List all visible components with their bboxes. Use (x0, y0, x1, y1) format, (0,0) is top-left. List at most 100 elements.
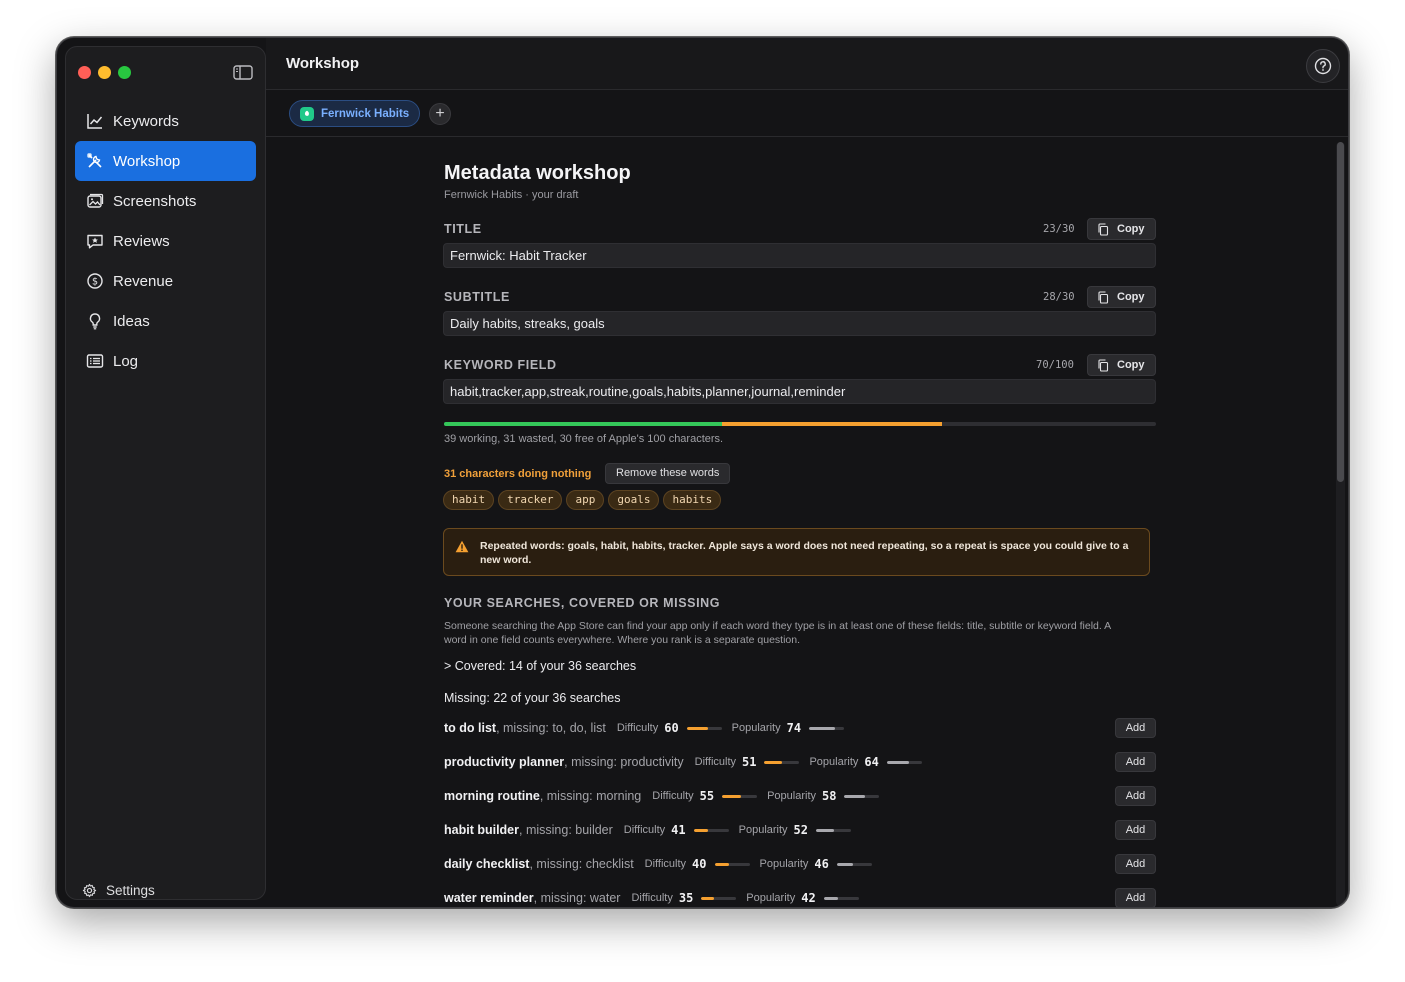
chart-line-icon (87, 114, 103, 129)
wasted-characters-label: 31 characters doing nothing (444, 468, 592, 480)
popularity-bar-fill (886, 760, 910, 764)
popularity-label: Popularity (746, 892, 796, 904)
wasted-word-chip[interactable]: app (566, 490, 605, 510)
lightbulb-icon (89, 313, 101, 330)
copy-subtitle-button[interactable]: Copy (1087, 286, 1156, 308)
add-search-button[interactable]: Add (1115, 786, 1156, 806)
popularity-bar (886, 760, 922, 764)
wasted-word-chip[interactable]: habit (443, 490, 495, 510)
subtitle-field-label: SUBTITLE (444, 290, 510, 304)
difficulty-label: Difficulty (616, 722, 659, 734)
workshop-title: Metadata workshop (444, 162, 631, 184)
difficulty-label: Difficulty (644, 858, 687, 870)
add-search-button[interactable]: Add (1115, 854, 1156, 874)
sidebar-item-label: Screenshots (113, 192, 197, 210)
sidebar-item-ideas[interactable]: Ideas (75, 301, 256, 341)
usage-wasted-segment (721, 422, 943, 426)
missing-words: , missing: builder (519, 823, 613, 837)
popularity-value: 74 (786, 721, 802, 735)
sidebar-item-label: Revenue (113, 272, 174, 290)
search-term: productivity planner (444, 755, 565, 769)
difficulty-label: Difficulty (652, 790, 694, 802)
title-char-count: 23/30 (1043, 223, 1075, 235)
wasted-word-chip[interactable]: habits (663, 490, 722, 510)
keyword-field[interactable]: habit,tracker,app,streak,routine,goals,h… (443, 379, 1156, 404)
difficulty-bar (693, 828, 729, 832)
wasted-word-chips: habit tracker app goals habits (443, 490, 722, 510)
add-app-button[interactable]: + (429, 103, 451, 125)
sidebar-item-revenue[interactable]: $ Revenue (75, 261, 256, 301)
difficulty-label: Difficulty (694, 756, 737, 768)
remove-words-button[interactable]: Remove these words (605, 463, 731, 484)
app-tab-fernwick-habits[interactable]: Fernwick Habits (289, 100, 421, 127)
settings-label: Settings (106, 883, 155, 898)
page-title: Workshop (286, 55, 360, 72)
vertical-scrollbar[interactable] (1336, 142, 1345, 906)
popularity-bar (809, 726, 845, 730)
add-search-button[interactable]: Add (1115, 718, 1156, 738)
warning-text: Repeated words: goals, habit, habits, tr… (480, 540, 1129, 566)
photos-icon (87, 193, 104, 208)
difficulty-bar (722, 794, 758, 798)
list-icon (86, 354, 104, 368)
add-search-button[interactable]: Add (1115, 820, 1156, 840)
difficulty-label: Difficulty (631, 892, 673, 904)
wasted-word-chip[interactable]: tracker (498, 490, 563, 510)
sidebar-item-label: Workshop (113, 152, 181, 170)
sidebar-item-workshop[interactable]: Workshop (75, 141, 256, 181)
missing-search-row: to do list, missing: to, do, list Difficu… (444, 718, 1156, 738)
covered-searches-disclosure[interactable]: > Covered: 14 of your 36 searches (444, 659, 636, 673)
copy-icon (1098, 290, 1109, 304)
sidebar-toggle-icon[interactable] (233, 65, 253, 80)
popularity-bar (823, 896, 859, 900)
difficulty-label: Difficulty (623, 824, 666, 836)
scroll-thumb[interactable] (1337, 142, 1344, 482)
sidebar-item-reviews[interactable]: Reviews (75, 221, 256, 261)
title-field[interactable]: Fernwick: Habit Tracker (443, 243, 1156, 268)
wasted-word-chip[interactable]: goals (608, 490, 660, 510)
subtitle-char-count: 28/30 (1043, 291, 1075, 303)
add-search-button[interactable]: Add (1115, 888, 1156, 907)
close-window-button[interactable] (78, 66, 91, 79)
missing-words: , missing: productivity (564, 755, 684, 769)
difficulty-bar (714, 862, 750, 866)
popularity-bar (844, 794, 880, 798)
popularity-value: 46 (814, 857, 829, 871)
search-term: water reminder (444, 891, 534, 905)
copy-icon (1098, 358, 1109, 372)
settings-button[interactable]: Settings (82, 883, 155, 898)
copy-keywords-button[interactable]: Copy (1087, 354, 1156, 376)
repeated-words-warning: Repeated words: goals, habit, habits, tr… (443, 528, 1150, 576)
popularity-bar-fill (816, 828, 835, 832)
copy-label: Copy (1117, 359, 1145, 371)
gear-icon (82, 883, 97, 898)
sidebar-item-log[interactable]: Log (75, 341, 256, 381)
svg-text:$: $ (92, 276, 98, 287)
add-search-button[interactable]: Add (1115, 752, 1156, 772)
popularity-value: 52 (793, 823, 808, 837)
difficulty-bar-fill (764, 760, 783, 764)
app-window: Keywords Workshop Screenshots Reviews $ … (56, 37, 1349, 908)
difficulty-bar-fill (714, 862, 729, 866)
subtitle-field[interactable]: Daily habits, streaks, goals (443, 311, 1156, 336)
sidebar-item-label: Reviews (113, 232, 170, 250)
copy-title-button[interactable]: Copy (1087, 218, 1156, 240)
searches-description: Someone searching the App Store can find… (444, 620, 1111, 646)
zoom-window-button[interactable] (118, 66, 131, 79)
sidebar-item-keywords[interactable]: Keywords (75, 101, 256, 141)
workshop-subtitle: Fernwick Habits · your draft (444, 189, 579, 201)
popularity-label: Popularity (731, 722, 781, 734)
difficulty-bar-fill (722, 794, 742, 798)
usage-working-segment (444, 422, 722, 426)
missing-searches-heading: Missing: 22 of your 36 searches (444, 691, 621, 705)
minimize-window-button[interactable] (98, 66, 111, 79)
difficulty-bar (701, 896, 737, 900)
difficulty-bar-fill (686, 726, 708, 730)
sidebar-item-label: Keywords (113, 112, 179, 130)
copy-icon (1098, 222, 1109, 236)
sidebar-item-label: Ideas (113, 312, 150, 330)
copy-label: Copy (1117, 291, 1145, 303)
help-button[interactable] (1306, 49, 1340, 83)
sidebar-item-screenshots[interactable]: Screenshots (75, 181, 256, 221)
missing-search-row: productivity planner, missing: productiv… (444, 752, 1156, 772)
